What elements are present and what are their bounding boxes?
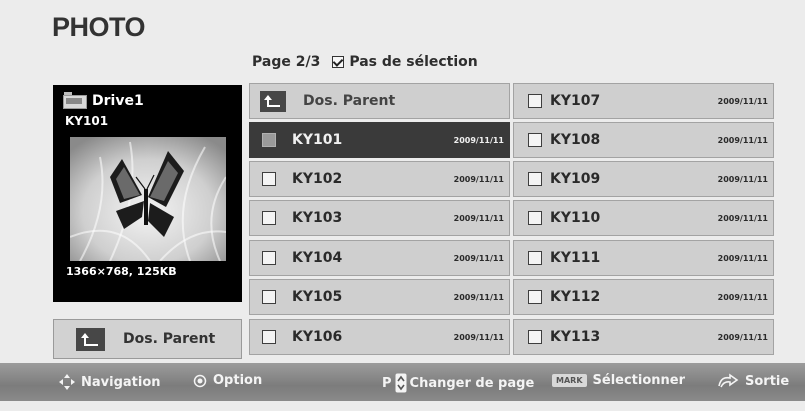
file-name: Dos. Parent [303,93,396,109]
file-item[interactable]: KY111 2009/11/11 [513,240,774,276]
exit-label: Sortie [745,373,790,389]
file-item[interactable]: KY102 2009/11/11 [249,161,510,197]
file-item[interactable]: KY110 2009/11/11 [513,200,774,236]
page-key-label: P [382,375,392,391]
file-name: KY104 [292,250,343,266]
file-name: KY102 [292,171,343,187]
file-item[interactable]: KY112 2009/11/11 [513,279,774,315]
folder-up-icon [260,90,286,112]
checkbox[interactable] [528,211,542,225]
checkbox[interactable] [262,330,276,344]
navigation-arrows-icon [59,374,75,390]
file-date: 2009/11/11 [453,174,504,184]
file-name: KY109 [550,171,601,187]
checkbox[interactable] [528,172,542,186]
file-date: 2009/11/11 [453,332,504,342]
page-number: Page 2/3 [252,54,321,70]
file-date: 2009/11/11 [717,135,768,145]
select-label: Sélectionner [592,373,686,388]
file-date: 2009/11/11 [453,253,504,263]
drive-name: Drive1 [92,92,144,109]
file-name: KY105 [292,289,343,305]
file-item[interactable]: KY109 2009/11/11 [513,161,774,197]
exit-hint: Sortie [716,373,789,389]
file-item[interactable]: KY107 2009/11/11 [513,83,774,119]
file-date: 2009/11/11 [453,213,504,223]
file-date: 2009/11/11 [717,96,768,106]
file-name: KY107 [550,93,601,109]
checkbox[interactable] [262,133,276,147]
page-up-down-icon [395,373,407,393]
checkbox[interactable] [262,290,276,304]
file-name: KY101 [292,132,343,148]
usb-drive-icon [63,92,87,109]
option-label: Option [213,373,263,388]
file-date: 2009/11/11 [717,292,768,302]
selection-status: Pas de sélection [332,54,478,70]
file-name: KY111 [550,250,601,266]
parent-folder-label: Dos. Parent [123,331,216,347]
change-page-label: Changer de page [409,375,535,391]
option-hint: Option [193,373,262,388]
checkbox[interactable] [528,94,542,108]
page-indicator-bar: Page 2/3 Pas de sélection [252,54,478,70]
button-guide-bar: Navigation Option P Changer de page MARK… [0,363,805,401]
page-title: PHOTO [52,12,146,42]
file-item[interactable]: KY106 2009/11/11 [249,319,510,355]
change-page-hint: P Changer de page [382,373,534,393]
file-date: 2009/11/11 [717,213,768,223]
image-info: 1366×768, 125KB [66,265,177,278]
checkbox-checked-icon [332,56,345,68]
checkbox[interactable] [528,330,542,344]
file-date: 2009/11/11 [717,253,768,263]
ok-button-icon [193,374,207,387]
file-item[interactable]: KY104 2009/11/11 [249,240,510,276]
checkbox[interactable] [262,251,276,265]
file-date: 2009/11/11 [717,174,768,184]
grid-parent-folder[interactable]: Dos. Parent [249,83,510,119]
checkbox[interactable] [528,251,542,265]
checkbox[interactable] [262,172,276,186]
mark-key-icon: MARK [552,374,587,387]
file-name: KY113 [550,329,601,345]
file-item[interactable]: KY105 2009/11/11 [249,279,510,315]
file-name: KY103 [292,210,343,226]
file-name: KY112 [550,289,601,305]
select-hint: MARK Sélectionner [552,373,685,388]
file-name: KY110 [550,210,601,226]
file-item[interactable]: KY113 2009/11/11 [513,319,774,355]
selection-label: Pas de sélection [349,54,478,70]
file-name: KY106 [292,329,343,345]
file-item[interactable]: KY108 2009/11/11 [513,122,774,158]
folder-up-icon [76,327,105,351]
checkbox[interactable] [262,211,276,225]
checkbox[interactable] [528,290,542,304]
preview-panel: Drive1 KY101 1366×768, 125KB [53,85,242,302]
drive-header: Drive1 [63,92,144,109]
navigation-hint: Navigation [58,373,161,391]
file-item-selected[interactable]: KY101 2009/11/11 [249,122,510,158]
file-date: 2009/11/11 [717,332,768,342]
file-date: 2009/11/11 [453,292,504,302]
file-name: KY108 [550,132,601,148]
file-date: 2009/11/11 [453,135,504,145]
parent-folder-button[interactable]: Dos. Parent [53,319,242,359]
navigation-label: Navigation [81,374,161,390]
photo-thumbnail [70,137,226,261]
checkbox[interactable] [528,133,542,147]
preview-file-name: KY101 [65,114,109,128]
return-arrow-icon [718,373,739,388]
file-item[interactable]: KY103 2009/11/11 [249,200,510,236]
